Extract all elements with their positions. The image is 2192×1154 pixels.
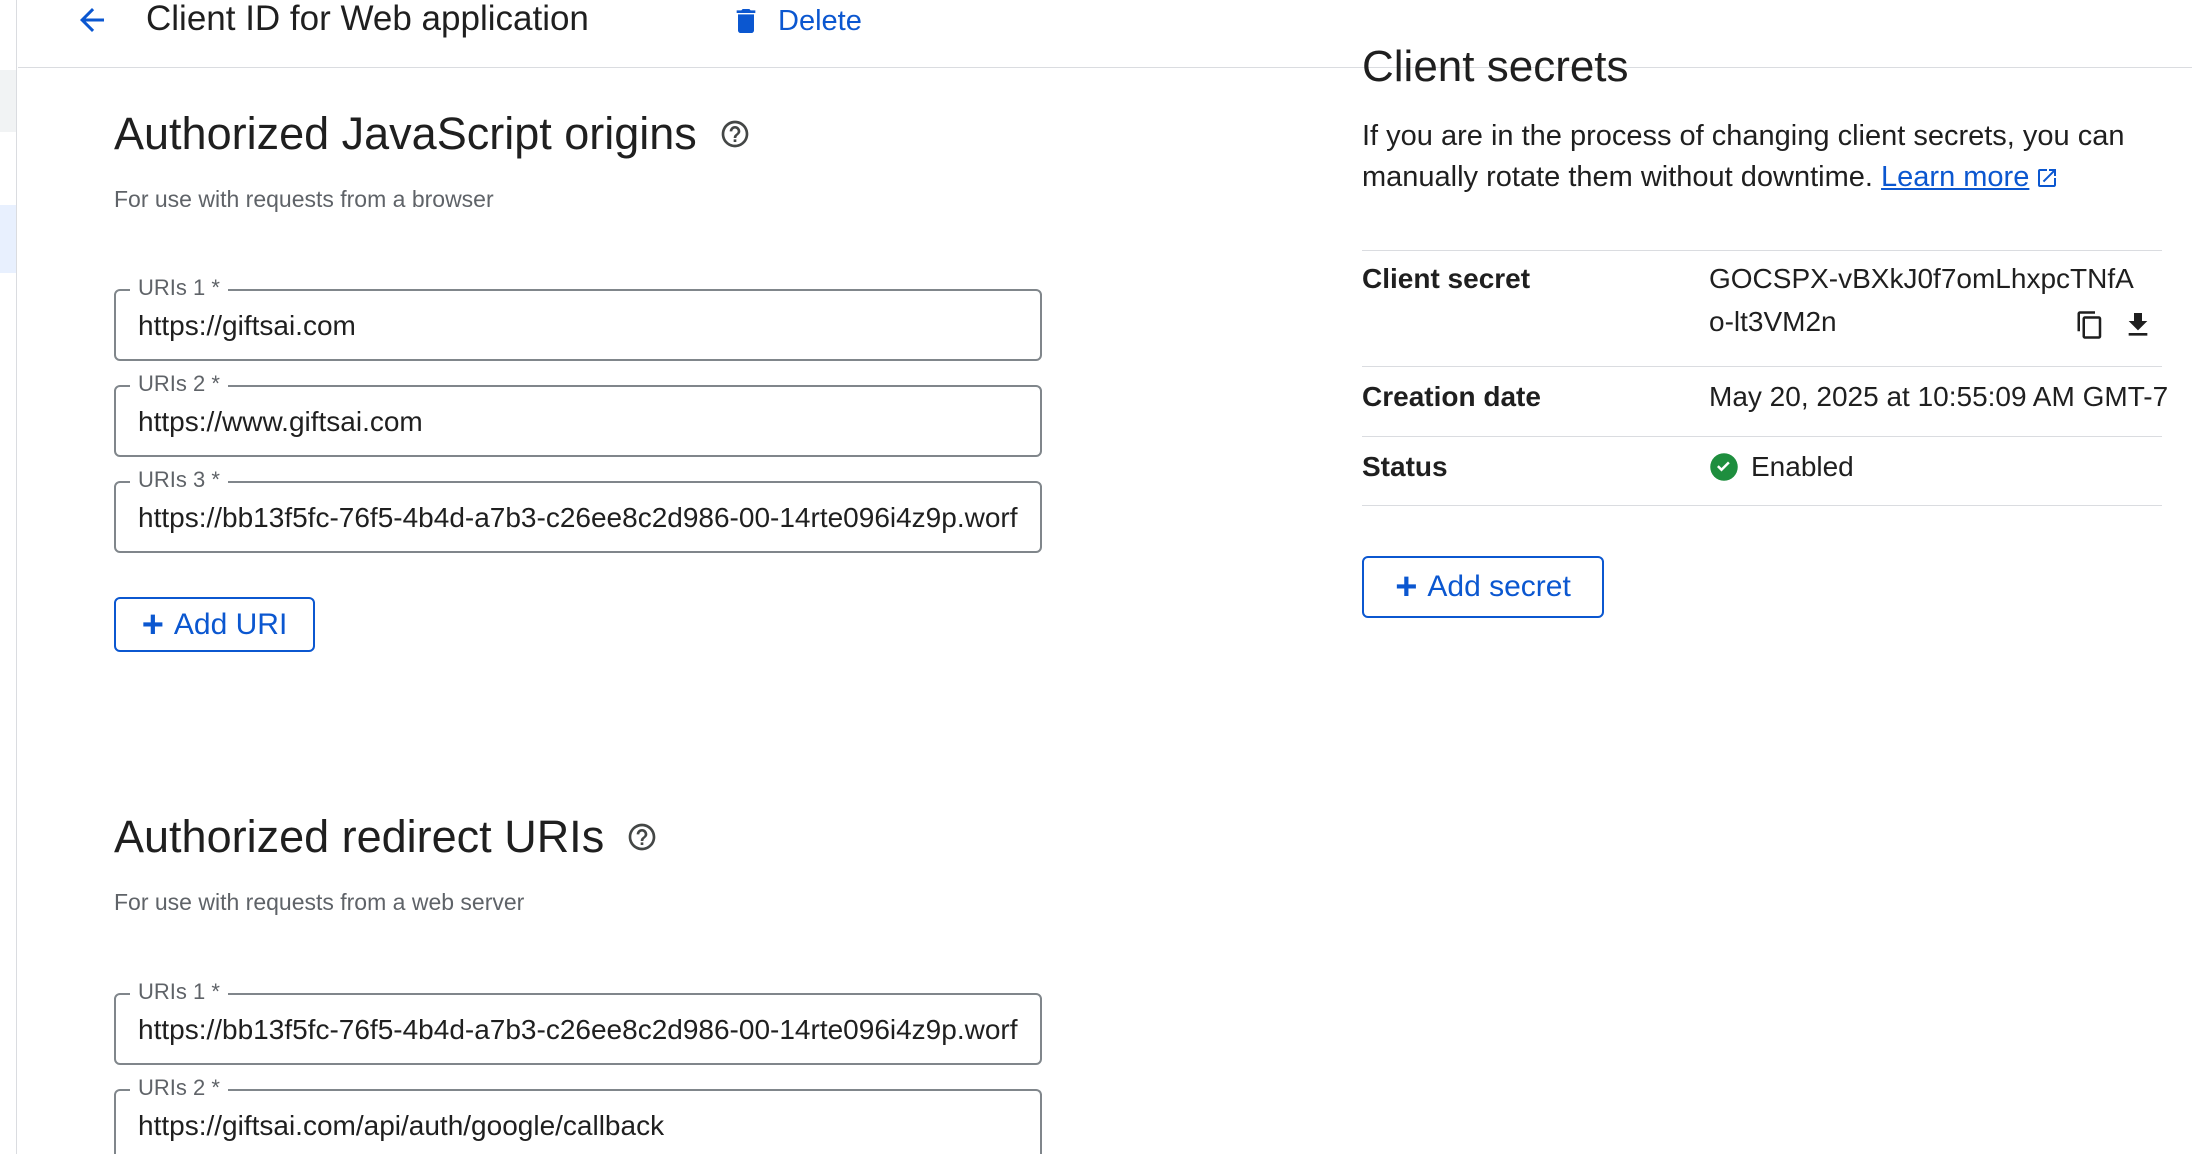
add-secret-label: Add secret (1427, 570, 1571, 603)
uri-field[interactable]: URIs 1 * https://bb13f5fc-76f5-4b4d-a7b3… (114, 979, 1042, 1065)
row-key: Client secret (1362, 263, 1531, 294)
copy-icon[interactable] (2074, 309, 2106, 341)
arrow-back-icon (80, 8, 104, 32)
uri-field[interactable]: URIs 2 * https://www.giftsai.com (114, 371, 1042, 457)
js-origins-title: Authorized JavaScript origins (114, 108, 697, 159)
add-uri-label: Add URI (173, 607, 288, 641)
uri-field[interactable]: URIs 2 * https://giftsai.com/api/auth/go… (114, 1075, 1042, 1154)
check-circle-icon (1710, 453, 1738, 481)
field-value[interactable]: https://www.giftsai.com (138, 405, 1018, 439)
left-rail (0, 0, 17, 1154)
delete-button[interactable]: Delete (730, 0, 862, 42)
download-icon[interactable] (2122, 309, 2154, 341)
field-value[interactable]: https://giftsai.com (138, 309, 1018, 343)
delete-label: Delete (778, 4, 862, 37)
rail-item-active[interactable] (0, 205, 16, 273)
status-value: Enabled (1709, 451, 1854, 483)
redirect-uris-title: Authorized redirect URIs (114, 811, 605, 862)
plus-icon: + (141, 603, 164, 646)
field-value[interactable]: https://bb13f5fc-76f5-4b4d-a7b3-c26ee8c2… (138, 501, 1018, 535)
table-row: Client secret GOCSPX-vBXkJ0f7omLhxpcTNfA… (1362, 250, 2162, 366)
field-value[interactable]: https://giftsai.com/api/auth/google/call… (138, 1109, 1018, 1143)
uri-field[interactable]: URIs 3 * https://bb13f5fc-76f5-4b4d-a7b3… (114, 467, 1042, 553)
rail-item[interactable] (0, 70, 16, 132)
field-label: URIs 1 * (130, 275, 228, 301)
plus-icon: + (1395, 566, 1418, 608)
help-circle-icon[interactable] (626, 821, 658, 853)
section-title: Authorized JavaScript origins (114, 108, 751, 160)
field-label: URIs 2 * (130, 371, 228, 397)
field-label: URIs 1 * (130, 979, 228, 1005)
table-row: Creation date May 20, 2025 at 10:55:09 A… (1362, 366, 2168, 436)
field-value[interactable]: https://bb13f5fc-76f5-4b4d-a7b3-c26ee8c2… (138, 1013, 1018, 1047)
back-button[interactable] (54, 0, 130, 40)
trash-icon (736, 9, 756, 33)
creation-date-value: May 20, 2025 at 10:55:09 AM GMT-7 (1709, 381, 2169, 412)
client-secrets-title: Client secrets (1362, 42, 1629, 91)
page-title: Client ID for Web application (146, 0, 589, 38)
field-label: URIs 2 * (130, 1075, 228, 1101)
external-link-icon[interactable] (2035, 166, 2059, 190)
row-key: Status (1362, 451, 1448, 482)
field-label: URIs 3 * (130, 467, 228, 493)
add-secret-button[interactable]: + Add secret (1362, 556, 1604, 618)
redirect-uris-subtitle: For use with requests from a web server (114, 889, 525, 915)
row-key: Creation date (1362, 381, 1541, 412)
js-origins-section: Authorized JavaScript origins For use wi… (114, 108, 751, 213)
learn-more-link[interactable]: Learn more (1881, 161, 2029, 193)
help-circle-icon[interactable] (719, 118, 751, 150)
js-origins-subtitle: For use with requests from a browser (114, 186, 494, 212)
client-secrets-description: If you are in the process of changing cl… (1362, 116, 2142, 198)
section-title: Authorized redirect URIs (114, 811, 658, 863)
page-header: Client ID for Web application Delete (18, 0, 2192, 68)
table-row: Status Enabled (1362, 436, 2162, 506)
add-uri-button[interactable]: + Add URI (114, 597, 315, 652)
uri-field[interactable]: URIs 1 * https://giftsai.com (114, 275, 1042, 361)
redirect-uris-section: Authorized redirect URIs For use with re… (114, 811, 658, 916)
status-text: Enabled (1751, 451, 1854, 482)
